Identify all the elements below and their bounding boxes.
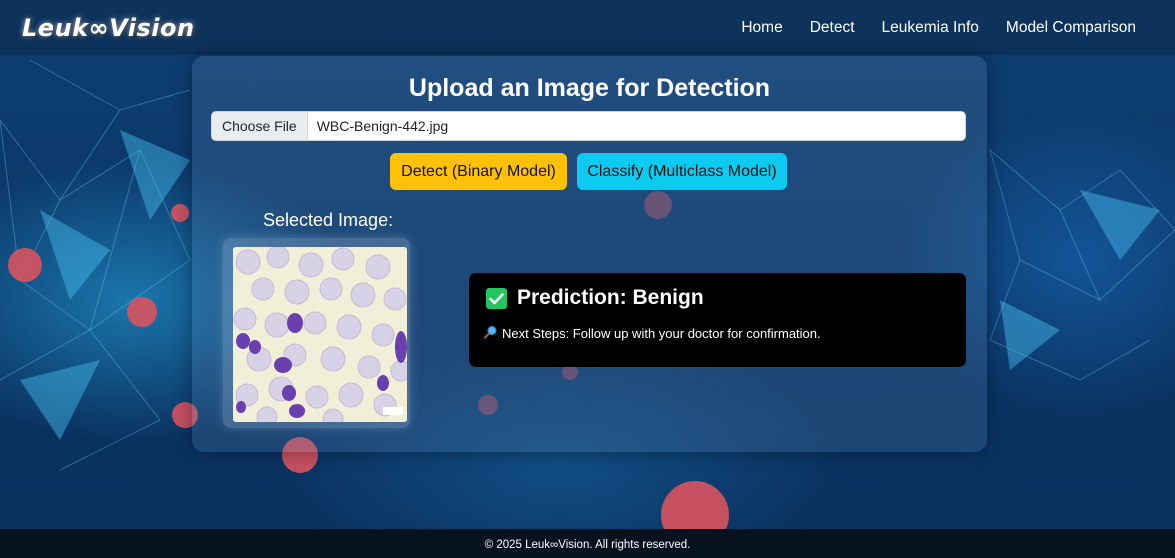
page-title: Upload an Image for Detection [408,74,771,102]
image-preview-frame [223,238,410,428]
prediction-text: Prediction: Benign [517,286,704,309]
top-navbar: Leuk∞Vision Home Detect Leukemia Info Mo… [0,0,1175,55]
selected-image-label: Selected Image: [263,210,394,230]
prediction-result-panel: Prediction: Benign Next Steps: Follow up… [469,273,966,367]
nav-links: Home Detect Leukemia Info Model Comparis… [714,19,1136,37]
check-icon [486,288,507,309]
choose-file-button[interactable]: Choose File [212,112,308,140]
brand-logo[interactable]: Leuk∞Vision [22,14,195,42]
nav-item-home[interactable]: Home [741,19,782,37]
detect-binary-button[interactable]: Detect (Binary Model) [390,153,567,190]
magnifier-icon [484,325,497,339]
selected-file-name: WBC-Benign-442.jpg [316,118,449,134]
nav-item-leukemia-info[interactable]: Leukemia Info [882,19,979,37]
nav-item-model-comparison[interactable]: Model Comparison [1006,19,1136,37]
footer: © 2025 Leuk∞Vision. All rights reserved. [0,529,1175,558]
classify-multiclass-button[interactable]: Classify (Multiclass Model) [577,153,787,190]
nav-item-detect[interactable]: Detect [810,19,855,37]
next-steps-text: Next Steps: Follow up with your doctor f… [502,326,821,341]
upload-card: Upload an Image for Detection Choose Fil… [192,56,987,452]
footer-copyright: © 2025 Leuk∞Vision. All rights reserved. [484,539,691,551]
blood-smear-image [233,247,407,422]
file-input[interactable]: Choose File WBC-Benign-442.jpg [211,111,966,141]
